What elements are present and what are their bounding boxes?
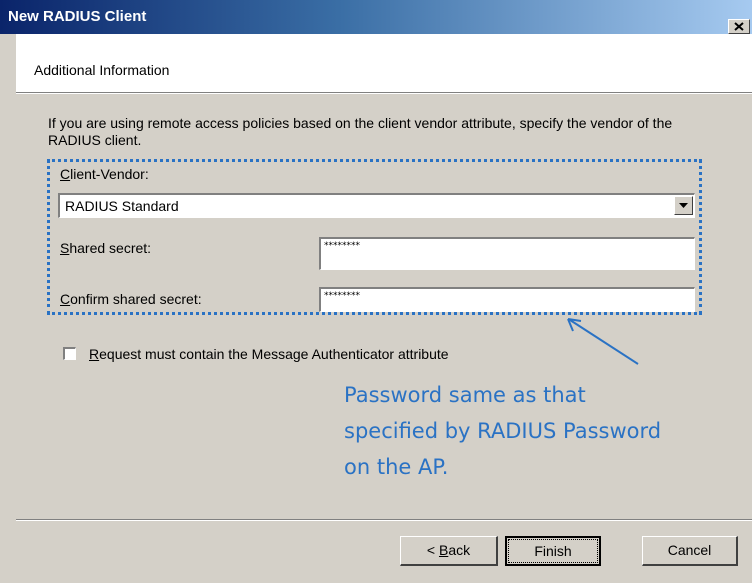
message-authenticator-label-rest: equest must contain the Message Authenti…: [99, 346, 449, 362]
confirm-secret-label: Confirm shared secret:: [60, 291, 202, 307]
wizard-header: Additional Information: [16, 34, 752, 92]
confirm-secret-label-rest: onfirm shared secret:: [70, 291, 202, 307]
client-vendor-label: Client-Vendor:: [60, 166, 149, 182]
back-button-prefix: <: [426, 542, 439, 558]
message-authenticator-label[interactable]: Request must contain the Message Authent…: [89, 346, 449, 362]
back-button-rest: ack: [448, 542, 471, 558]
footer-separator-highlight: [16, 520, 752, 521]
client-vendor-select[interactable]: RADIUS Standard: [58, 193, 695, 218]
cancel-button[interactable]: Cancel: [642, 536, 738, 566]
message-authenticator-label-access: R: [89, 346, 100, 362]
title-bar: New RADIUS Client: [0, 0, 752, 34]
client-vendor-dropdown-button[interactable]: [674, 196, 693, 215]
client-vendor-label-rest: lient-Vendor:: [70, 166, 149, 182]
client-vendor-label-access: C: [60, 166, 71, 182]
finish-button-label: Finish: [534, 543, 572, 559]
annotation-arrow: [567, 318, 639, 365]
confirm-secret-input[interactable]: ********: [319, 287, 695, 312]
shared-secret-label-access: S: [60, 240, 70, 256]
back-button-access: B: [438, 542, 449, 558]
finish-button[interactable]: Finish: [505, 536, 601, 566]
annotation-line-3: on the AP.: [344, 455, 449, 479]
close-icon: [734, 22, 744, 31]
shared-secret-label-rest: hared secret:: [69, 240, 152, 256]
shared-secret-label: Shared secret:: [60, 240, 151, 256]
window-left-edge: [0, 34, 16, 583]
back-button[interactable]: < Back: [400, 536, 498, 566]
annotation-line-2: specified by RADIUS Password: [344, 419, 662, 443]
header-title: Additional Information: [34, 62, 170, 78]
chevron-down-icon: [679, 203, 688, 208]
window-title: New RADIUS Client: [8, 8, 147, 25]
password-annotation: Password same as that specified by RADIU…: [344, 377, 744, 485]
client-vendor-value: RADIUS Standard: [65, 198, 179, 214]
shared-secret-input[interactable]: ********: [319, 237, 695, 270]
annotation-line-1: Password same as that: [344, 383, 586, 407]
cancel-button-label: Cancel: [667, 542, 712, 558]
confirm-secret-value: ********: [324, 291, 360, 301]
header-separator-highlight: [16, 93, 752, 94]
close-button[interactable]: [728, 19, 750, 34]
message-authenticator-checkbox[interactable]: [63, 347, 76, 360]
shared-secret-value: ********: [324, 241, 360, 251]
confirm-secret-label-access: C: [60, 291, 71, 307]
intro-text: If you are using remote access policies …: [48, 115, 673, 148]
